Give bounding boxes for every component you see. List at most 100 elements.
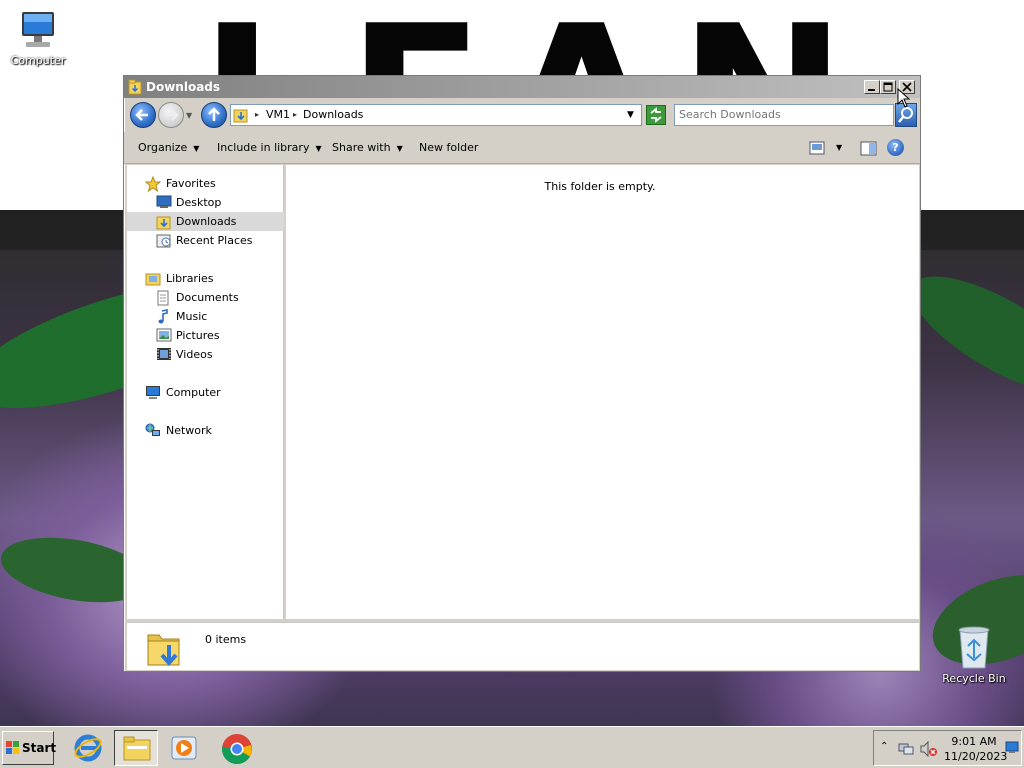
preview-pane-icon[interactable] [860, 141, 877, 156]
taskbar-file-explorer[interactable] [114, 730, 158, 766]
taskbar-chrome[interactable] [214, 730, 258, 766]
libraries-icon [145, 273, 161, 286]
maximize-button[interactable] [880, 80, 896, 94]
new-folder-button[interactable]: New folder [419, 141, 478, 154]
network-icon [145, 423, 160, 436]
organize-menu[interactable]: Organize ▼ [138, 141, 199, 154]
forward-button[interactable] [158, 102, 184, 128]
navigation-bar: ▼ ▸ VM1 ▸ Downloads ▼ [124, 98, 920, 132]
taskbar: Start ⌃ 9:01 AM 11/20/2023 [0, 726, 1024, 768]
downloads-folder-icon [233, 109, 248, 123]
chevron-down-icon: ▼ [315, 144, 322, 153]
nav-desktop[interactable]: Desktop [127, 193, 284, 212]
nav-computer[interactable]: Computer [127, 383, 284, 402]
documents-icon [157, 290, 169, 306]
chevron-down-icon: ▼ [193, 144, 200, 153]
pictures-icon [156, 328, 172, 342]
computer-icon [146, 386, 160, 399]
nav-recent-places-label: Recent Places [176, 234, 253, 247]
show-desktop-icon[interactable] [1005, 741, 1019, 755]
command-bar: Organize ▼ Include in library ▼ Share with… [124, 132, 920, 164]
nav-pictures[interactable]: Pictures [127, 326, 284, 345]
chevron-down-icon: ▼ [396, 144, 403, 153]
file-explorer-icon [123, 736, 151, 761]
clock-time: 9:01 AM [951, 735, 997, 748]
desktop-icon-label: Computer [10, 54, 66, 67]
nav-favorites-label: Favorites [166, 177, 216, 190]
nav-documents-label: Documents [176, 291, 239, 304]
refresh-icon [650, 107, 662, 123]
address-bar[interactable]: ▸ VM1 ▸ Downloads ▼ [230, 104, 642, 126]
explorer-window: Downloads ▼ ▸ VM1 ▸ Downloads ▼ Search D… [123, 75, 921, 672]
share-with-label: Share with [332, 141, 391, 154]
start-label: Start [22, 741, 57, 755]
search-box[interactable] [674, 104, 894, 126]
music-icon [158, 309, 168, 324]
breadcrumb-vm1[interactable]: VM1 [266, 108, 290, 121]
clock[interactable]: 9:01 AM 11/20/2023 [944, 734, 1007, 764]
address-dropdown[interactable]: ▼ [627, 110, 634, 120]
internet-explorer-icon [74, 734, 102, 762]
system-tray: ⌃ 9:01 AM 11/20/2023 [873, 730, 1022, 766]
videos-icon [157, 348, 171, 360]
minimize-icon [868, 89, 875, 91]
organize-label: Organize [138, 141, 188, 154]
nav-network[interactable]: Network [127, 421, 284, 440]
folder-icon [128, 79, 142, 95]
refresh-button[interactable] [646, 105, 666, 125]
taskbar-internet-explorer[interactable] [66, 730, 110, 766]
window-title: Downloads [146, 80, 221, 94]
recycle-bin-icon [958, 626, 990, 669]
search-input[interactable] [679, 108, 879, 121]
computer-icon [22, 12, 54, 47]
nav-documents[interactable]: Documents [127, 288, 284, 307]
recent-places-icon [156, 234, 171, 248]
nav-downloads-label: Downloads [176, 215, 237, 228]
nav-computer-label: Computer [166, 386, 221, 399]
desktop-icon-computer[interactable]: Computer [3, 10, 73, 67]
up-button[interactable] [201, 102, 227, 128]
nav-favorites[interactable]: Favorites [127, 174, 284, 193]
include-in-library-menu[interactable]: Include in library ▼ [217, 141, 322, 154]
breadcrumb-downloads[interactable]: Downloads [303, 108, 363, 121]
file-list[interactable]: This folder is empty. [286, 165, 919, 619]
mouse-cursor-icon [897, 88, 911, 108]
show-hidden-icons-button[interactable]: ⌃ [880, 741, 888, 752]
details-pane: 0 items [127, 622, 919, 670]
help-button[interactable]: ? [887, 139, 904, 156]
maximize-icon [883, 82, 893, 92]
desktop-icon-recycle-bin[interactable]: Recycle Bin [939, 624, 1009, 685]
downloads-folder-icon [147, 634, 180, 667]
nav-music-label: Music [176, 310, 208, 323]
nav-recent-places[interactable]: Recent Places [127, 231, 284, 250]
desktop-icon-label: Recycle Bin [942, 672, 1006, 685]
nav-libraries[interactable]: Libraries [127, 269, 284, 288]
start-button[interactable]: Start [2, 731, 57, 765]
recent-pages-dropdown[interactable]: ▼ [186, 111, 192, 120]
arrow-right-icon [166, 109, 179, 121]
desktop-icon [156, 195, 172, 208]
chrome-icon [222, 734, 252, 765]
nav-videos[interactable]: Videos [127, 345, 284, 364]
chevron-right-icon[interactable]: ▸ [293, 110, 297, 119]
back-button[interactable] [130, 102, 156, 128]
volume-muted-icon[interactable] [920, 741, 938, 757]
minimize-button[interactable] [864, 80, 880, 94]
item-count: 0 items [205, 633, 247, 646]
network-status-icon[interactable] [898, 741, 914, 757]
view-options-dropdown[interactable]: ▼ [836, 143, 842, 152]
media-player-icon [171, 736, 197, 760]
title-bar[interactable]: Downloads [124, 76, 920, 98]
taskbar-media-player[interactable] [162, 730, 206, 766]
arrow-up-icon [208, 107, 220, 121]
change-view-icon[interactable] [809, 141, 825, 155]
nav-videos-label: Videos [176, 348, 213, 361]
nav-downloads[interactable]: Downloads [127, 212, 284, 231]
nav-network-label: Network [166, 424, 212, 437]
empty-folder-message: This folder is empty. [544, 180, 656, 193]
navigation-pane: Favorites Desktop Downloads Recent Place… [127, 165, 284, 619]
share-with-menu[interactable]: Share with ▼ [332, 141, 403, 154]
chevron-right-icon[interactable]: ▸ [255, 110, 259, 119]
nav-desktop-label: Desktop [176, 196, 222, 209]
nav-music[interactable]: Music [127, 307, 284, 326]
